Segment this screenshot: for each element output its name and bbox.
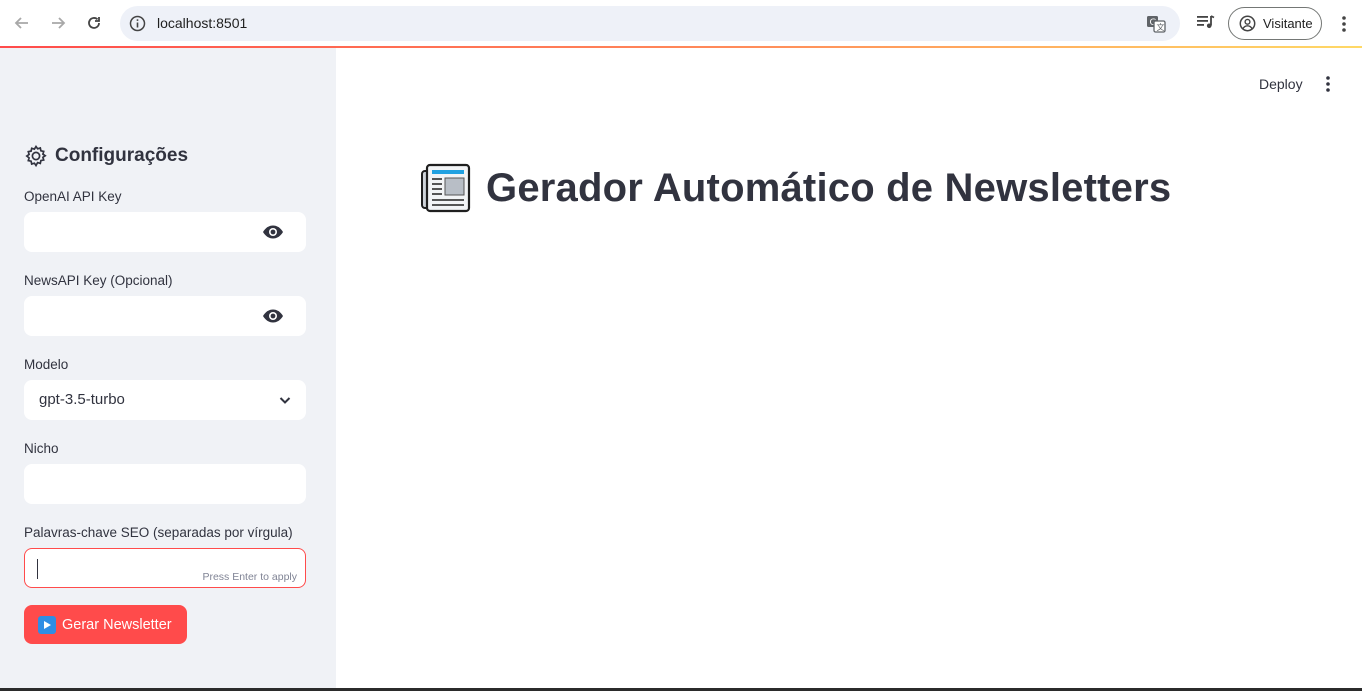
- sidebar-title: Configurações: [24, 144, 188, 168]
- keywords-label: Palavras-chave SEO (separadas por vírgul…: [24, 525, 293, 540]
- reload-icon: [88, 17, 100, 29]
- info-icon[interactable]: [129, 15, 146, 32]
- niche-input[interactable]: [24, 464, 306, 504]
- play-icon: [38, 615, 56, 634]
- account-icon: [1239, 15, 1256, 32]
- forward-button[interactable]: [46, 11, 70, 35]
- translate-icon[interactable]: G 文: [1146, 14, 1166, 34]
- gear-icon: [25, 144, 47, 168]
- generate-newsletter-label: Gerar Newsletter: [62, 616, 172, 633]
- browser-toolbar: localhost:8501 G 文 Visitante: [0, 0, 1362, 48]
- openai-key-label: OpenAI API Key: [24, 189, 122, 204]
- niche-label: Nicho: [24, 441, 59, 456]
- text-caret: [37, 559, 38, 579]
- eye-icon[interactable]: [262, 224, 284, 240]
- main-content: Deploy Gerador Automático de Newsletters: [336, 48, 1362, 691]
- svg-text:文: 文: [1157, 22, 1165, 32]
- profile-button[interactable]: Visitante: [1228, 7, 1322, 40]
- media-control-icon[interactable]: [1196, 13, 1216, 33]
- profile-label: Visitante: [1263, 16, 1313, 31]
- sidebar-title-text: Configurações: [55, 145, 189, 166]
- chevron-down-icon: [279, 397, 291, 404]
- press-enter-hint: Press Enter to apply: [202, 571, 297, 583]
- browser-menu-icon[interactable]: [1336, 14, 1352, 34]
- newsapi-key-label: NewsAPI Key (Opcional): [24, 273, 173, 288]
- eye-icon[interactable]: [262, 308, 284, 324]
- reload-button[interactable]: [82, 11, 106, 35]
- keywords-input[interactable]: Press Enter to apply: [24, 548, 306, 588]
- back-button[interactable]: [10, 11, 34, 35]
- model-select[interactable]: gpt-3.5-turbo: [24, 380, 306, 420]
- address-bar[interactable]: localhost:8501 G 文: [120, 6, 1180, 41]
- sidebar: Configurações OpenAI API Key NewsAPI Key…: [0, 48, 336, 691]
- newsapi-key-input[interactable]: [24, 296, 306, 336]
- model-selected-value: gpt-3.5-turbo: [39, 391, 125, 408]
- generate-newsletter-button[interactable]: Gerar Newsletter: [24, 605, 187, 644]
- model-label: Modelo: [24, 357, 69, 372]
- url-text: localhost:8501: [157, 15, 248, 31]
- openai-key-input[interactable]: [24, 212, 306, 252]
- arrow-left-icon: [14, 17, 28, 29]
- arrow-right-icon: [52, 17, 66, 29]
- app-menu-icon[interactable]: [1322, 75, 1334, 93]
- deploy-button[interactable]: Deploy: [1259, 76, 1303, 92]
- newspaper-icon: [421, 163, 471, 213]
- page-title: Gerador Automático de Newsletters: [486, 165, 1172, 210]
- page-heading: Gerador Automático de Newsletters: [420, 163, 1171, 213]
